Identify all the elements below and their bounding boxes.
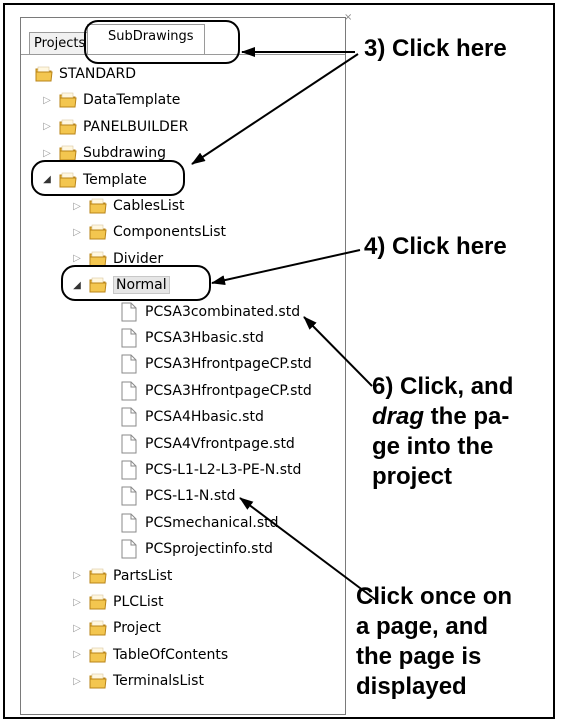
arrow-overlay [191,47,377,601]
arrow-to-pcs-l1-n-file [239,497,377,601]
arrow-to-first-std-file [303,316,373,387]
arrow-to-template-node [191,53,359,165]
arrow-to-normal-node [211,249,361,286]
